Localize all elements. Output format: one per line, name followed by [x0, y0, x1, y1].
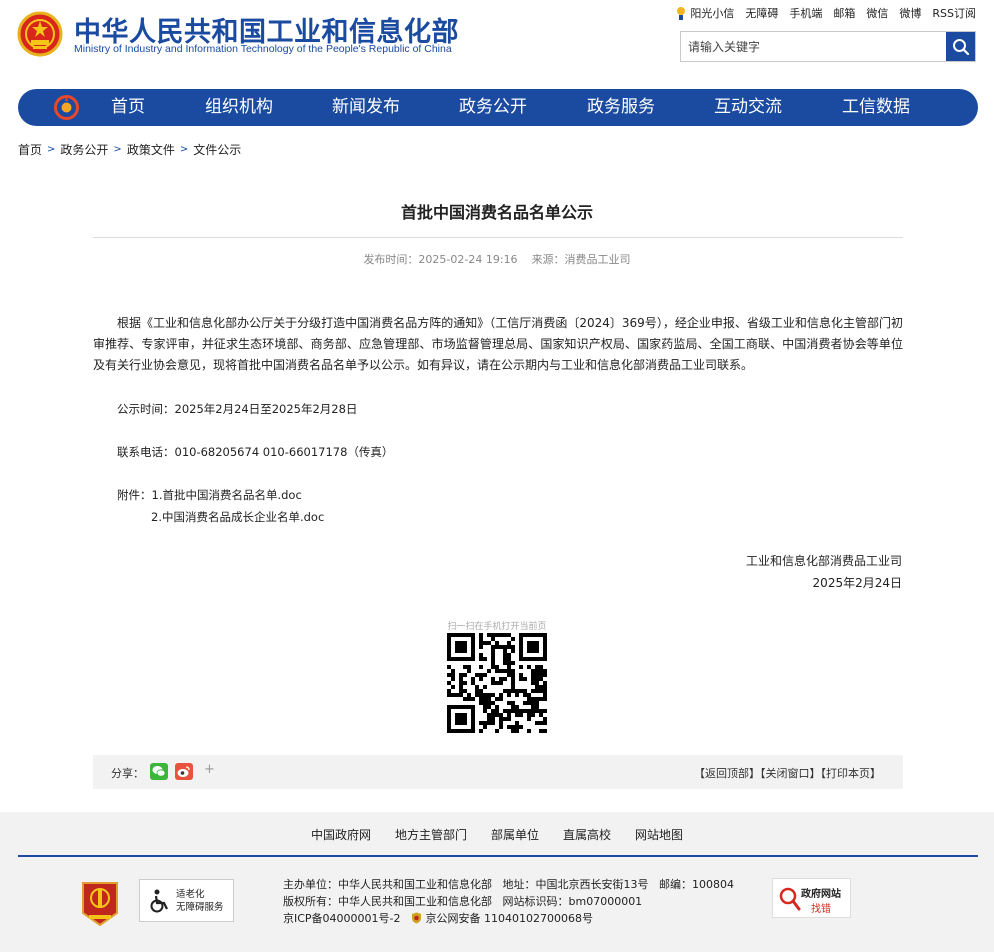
search-box: [680, 31, 976, 62]
nav-item-gov-services[interactable]: 政务服务: [587, 89, 655, 126]
top-link-mail[interactable]: 邮箱: [833, 5, 855, 21]
site-header: 中华人民共和国工业和信息化部 Ministry of Industry and …: [0, 0, 994, 88]
attachment-link-2[interactable]: 2.中国消费名品成长企业名单.doc: [151, 509, 324, 525]
miit-logo-icon[interactable]: [54, 95, 79, 120]
footer-address: 地址：中国北京西长安街13号: [502, 878, 649, 891]
footer-sponsor: 主办单位：中华人民共和国工业和信息化部: [283, 878, 492, 891]
title-divider: [93, 237, 903, 238]
footer-link-gov[interactable]: 中国政府网: [311, 828, 371, 842]
signature: 工业和信息化部消费品工业司: [745, 554, 902, 568]
nav-item-gov-affairs[interactable]: 政务公开: [459, 89, 527, 126]
nav-item-interaction[interactable]: 互动交流: [714, 89, 782, 126]
footer-info-row3: 京ICP备04000001号-2 京公网安备 11040102700068号: [283, 910, 734, 927]
article-source: 来源：消费品工业司: [531, 253, 631, 266]
nav-item-news[interactable]: 新闻发布: [332, 89, 400, 126]
footer-icp[interactable]: 京ICP备04000001号-2: [283, 912, 401, 925]
share-label: 分享：: [111, 767, 144, 780]
footer-postcode: 邮编：100804: [659, 878, 734, 891]
contact-phone: 联系电话：010-68205674 010-66017178（传真）: [117, 445, 394, 459]
share-bar: 分享： + 【返回顶部】【关闭窗口】【打印本页】: [93, 755, 903, 789]
footer-info-row1: 主办单位：中华人民共和国工业和信息化部 地址：中国北京西长安街13号 邮编：10…: [283, 876, 734, 893]
back-to-top-link[interactable]: 【返回顶部】: [694, 767, 760, 780]
footer-link-local[interactable]: 地方主管部门: [395, 828, 467, 842]
footer-link-universities[interactable]: 直属高校: [563, 828, 611, 842]
top-link-label: 阳光小信: [690, 7, 735, 20]
report-badge-label: 找错: [811, 904, 831, 915]
top-link-wechat[interactable]: 微信: [866, 5, 888, 21]
article-title: 首批中国消费名品名单公示: [400, 203, 593, 222]
search-button[interactable]: [946, 32, 975, 61]
breadcrumb-separator-icon: >: [113, 144, 122, 155]
footer-police[interactable]: 京公网安备 11040102700068号: [426, 912, 593, 925]
main-nav: 首页 组织机构 新闻发布 政务公开 政务服务 互动交流 工信数据: [18, 89, 978, 126]
footer-copyright: 版权所有：中华人民共和国工业和信息化部: [283, 895, 492, 908]
footer-link-sitemap[interactable]: 网站地图: [635, 828, 683, 842]
close-window-link[interactable]: 【关闭窗口】: [760, 767, 821, 780]
footer-info: 主办单位：中华人民共和国工业和信息化部 地址：中国北京西长安街13号 邮编：10…: [283, 876, 734, 927]
site-title-en: Ministry of Industry and Information Tec…: [74, 43, 452, 55]
report-error-badge[interactable]: 政府网站 找错: [772, 878, 851, 918]
print-page-link[interactable]: 【打印本页】: [821, 767, 882, 780]
national-emblem-icon[interactable]: [17, 10, 63, 58]
report-badge-title: 政府网站: [801, 889, 841, 900]
attachment-link-1[interactable]: 附件：1.首批中国消费名品名单.doc: [117, 487, 302, 503]
footer-link-affiliated[interactable]: 部属单位: [491, 828, 539, 842]
party-gov-badge-icon[interactable]: [79, 879, 121, 927]
breadcrumb-home[interactable]: 首页: [18, 141, 42, 158]
sunshine-icon: [677, 7, 686, 20]
footer-site-code: 网站标识码：bm07000001: [502, 895, 643, 908]
breadcrumb-announcements[interactable]: 文件公示: [193, 141, 241, 158]
nav-item-data[interactable]: 工信数据: [842, 89, 910, 126]
top-links: 阳光小信 无障碍 手机端 邮箱 微信 微博 RSS订阅: [675, 5, 976, 21]
more-share-icon[interactable]: +: [204, 762, 215, 777]
article-body: 根据《工业和信息化部办公厅关于分级打造中国消费名品方阵的通知》（工信厅消费函〔2…: [93, 316, 903, 372]
magnifier-icon: [779, 887, 801, 911]
wechat-share-icon[interactable]: [150, 763, 168, 780]
site-footer: 中国政府网 地方主管部门 部属单位 直属高校 网站地图 适老化 无障碍服务 主办单位：中…: [0, 812, 994, 952]
weibo-share-icon[interactable]: [175, 763, 193, 780]
breadcrumb-separator-icon: >: [179, 144, 189, 155]
top-link-mobile[interactable]: 手机端: [789, 5, 822, 21]
nav-item-home[interactable]: 首页: [111, 89, 145, 126]
nav-item-organization[interactable]: 组织机构: [205, 89, 273, 126]
top-link-rss[interactable]: RSS订阅: [932, 5, 976, 21]
share-actions: 【返回顶部】【关闭窗口】【打印本页】: [694, 765, 881, 781]
top-link-accessibility[interactable]: 无障碍: [745, 5, 778, 21]
qr-code-icon: [447, 633, 547, 733]
article-meta: 发布时间：2025-02-24 19:16 来源：消费品工业司: [0, 251, 994, 267]
footer-info-row2: 版权所有：中华人民共和国工业和信息化部 网站标识码：bm07000001: [283, 893, 734, 910]
breadcrumb: 首页 > 政务公开 > 政策文件 > 文件公示: [18, 141, 241, 158]
accessibility-badge-text: 适老化 无障碍服务: [176, 888, 224, 914]
accessibility-badge-line1: 适老化: [176, 889, 205, 900]
footer-links: 中国政府网 地方主管部门 部属单位 直属高校 网站地图: [0, 826, 994, 843]
elderly-accessibility-badge[interactable]: 适老化 无障碍服务: [139, 879, 234, 922]
police-badge-icon: [412, 912, 422, 924]
signature-date: 2025年2月24日: [812, 576, 902, 590]
publish-time: 发布时间：2025-02-24 19:16: [363, 253, 518, 266]
breadcrumb-policy-docs[interactable]: 政策文件: [127, 141, 175, 158]
breadcrumb-separator-icon: >: [47, 144, 56, 155]
top-link-sunshine[interactable]: 阳光小信: [675, 5, 734, 21]
qr-label: 扫一扫在手机打开当前页: [447, 622, 547, 632]
top-link-weibo[interactable]: 微博: [899, 5, 921, 21]
search-input[interactable]: [681, 32, 946, 61]
accessibility-badge-line2: 无障碍服务: [176, 902, 224, 913]
search-icon: [952, 38, 969, 55]
announcement-period: 公示时间：2025年2月24日至2025年2月28日: [117, 402, 358, 416]
footer-divider: [18, 855, 978, 857]
breadcrumb-gov-affairs[interactable]: 政务公开: [60, 141, 108, 158]
wheelchair-icon: [150, 889, 168, 913]
